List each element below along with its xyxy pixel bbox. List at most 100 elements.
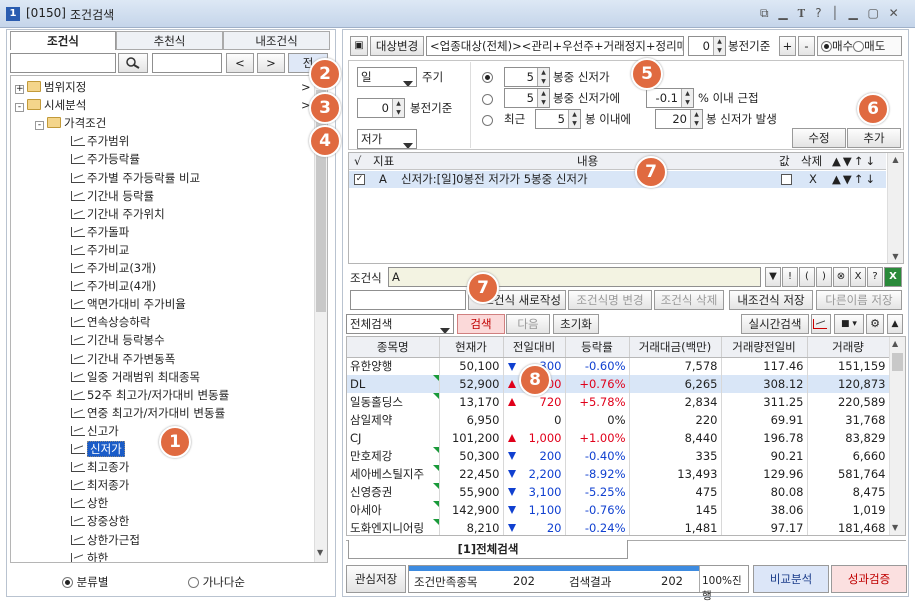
tab-conditions[interactable]: 조건식 xyxy=(10,31,116,50)
table-row[interactable]: 일동홀딩스 13,170 720 +5.78% 2,834 311.25 220,589 xyxy=(347,393,890,411)
save-as-button[interactable]: 다른이름 저장 xyxy=(816,290,902,310)
results-column-header[interactable]: 거래대금(백만) xyxy=(629,337,722,358)
target-change-button[interactable]: 대상변경 xyxy=(370,36,424,56)
chart-icon-button[interactable] xyxy=(811,314,831,334)
tree-item[interactable]: 연속상승하락 xyxy=(71,313,150,331)
cond-bong-input[interactable]: 0 ▲ ▼ xyxy=(357,98,405,118)
tree-item[interactable]: 기간내 주가변동폭 xyxy=(71,350,175,368)
filter-input[interactable] xyxy=(152,53,222,73)
tree-item[interactable]: 주가등락률 xyxy=(71,150,140,168)
radio-by-category[interactable]: 분류별 xyxy=(62,574,108,590)
results-column-header[interactable]: 등락률 xyxy=(565,337,630,358)
results-column-header[interactable]: 현재가 xyxy=(439,337,504,358)
results-column-header[interactable]: 거래량전일비 xyxy=(721,337,808,358)
tree-item[interactable]: 최고종가 xyxy=(71,458,129,476)
tree-item[interactable]: 장중상한 xyxy=(71,512,129,530)
next-button[interactable]: > xyxy=(257,53,285,73)
collapse-button[interactable]: ▲ xyxy=(887,314,903,334)
tree-item[interactable]: 하한 xyxy=(71,549,108,562)
table-row[interactable]: 세아베스틸지주 22,450 2,200 -8.92% 13,493 129.96 581,… xyxy=(347,465,890,483)
search-input[interactable] xyxy=(10,53,116,73)
next-page-button[interactable]: 다음 xyxy=(506,314,550,334)
formula-op-button[interactable]: ⊗ xyxy=(833,267,849,287)
spin-icon[interactable]: ▲ ▼ xyxy=(690,110,702,128)
sell-radio[interactable] xyxy=(853,41,865,52)
tree-item[interactable]: 신저가 xyxy=(71,440,125,458)
spin-icon[interactable]: ▲ ▼ xyxy=(568,110,580,128)
buy-radio[interactable] xyxy=(821,41,832,52)
table-row[interactable]: 만호제강 50,300 200 -0.40% 335 90.21 6,660 xyxy=(347,447,890,465)
period-select[interactable]: 일 xyxy=(357,67,417,87)
tree-item[interactable]: 연중 최고가/저가대비 변동률 xyxy=(71,404,225,422)
table-row[interactable]: DL 52,900 400 +0.76% 6,265 308.12 120,873 xyxy=(347,375,890,393)
tree-item[interactable]: - 가격조건 xyxy=(35,114,106,132)
option2-input[interactable]: 5 ▲ ▼ xyxy=(504,88,550,108)
tree-item[interactable]: - 시세분석 xyxy=(15,96,86,114)
realtime-search-button[interactable]: 실시간검색 xyxy=(741,314,809,334)
tree-item[interactable]: 주가비교(3개) xyxy=(71,259,156,277)
option1-input[interactable]: 5 ▲ ▼ xyxy=(504,67,550,87)
tree-item[interactable]: 주가범위 xyxy=(71,132,129,150)
option3-radio[interactable] xyxy=(482,113,493,127)
formula-op-button[interactable]: ( xyxy=(799,267,815,287)
tab-recommended[interactable]: 추천식 xyxy=(116,31,223,50)
collapse-icon[interactable]: - xyxy=(35,121,44,131)
tab-my-conditions[interactable]: 내조건식 xyxy=(223,31,330,50)
reset-button[interactable]: 초기화 xyxy=(553,314,599,334)
spin-icon[interactable]: ▲ ▼ xyxy=(392,99,404,117)
tree-item[interactable]: 기간내 주가위치 xyxy=(71,205,165,223)
formula-op-button[interactable]: ) xyxy=(816,267,832,287)
spin-icon[interactable]: ▲ ▼ xyxy=(681,89,693,107)
save-condition-button[interactable]: 내조건식 저장 xyxy=(729,290,813,310)
option1-radio[interactable] xyxy=(482,70,493,84)
results-scrollbar[interactable]: ▲ ▼ xyxy=(889,337,905,535)
formula-op-button[interactable]: ? xyxy=(867,267,883,287)
minus-button[interactable]: - xyxy=(798,36,815,56)
search-button[interactable] xyxy=(118,53,148,73)
plus-button[interactable]: + xyxy=(779,36,796,56)
add-button[interactable]: 추가 xyxy=(847,128,901,148)
chevron-right-icon[interactable]: > xyxy=(301,78,311,96)
condition-tree[interactable]: + 범위지정 > - 시세분석 > - 가격조건 주가범위 주가등락률 주가별 주가등락률 비교 기간… xyxy=(10,75,328,563)
row-delete-button[interactable]: X xyxy=(809,171,817,187)
expand-icon[interactable]: + xyxy=(15,85,24,94)
watch-save-button[interactable]: 관심저장 xyxy=(346,565,406,593)
results-table[interactable]: 종목명 현재가 전일대비 등락률 거래대금(백만) 거래량전일비 거래량 유한양행 50,10… xyxy=(347,337,890,535)
table-row[interactable]: 삼일제약 6,950 0 0% 220 69.91 31,768 xyxy=(347,411,890,429)
excel-button[interactable]: X xyxy=(884,267,902,287)
tree-item[interactable]: 상한가근접 xyxy=(71,531,140,549)
tree-item[interactable]: 액면가대비 주가비율 xyxy=(71,295,186,313)
window-controls[interactable]: ⧉ ▁ 𝐓 ? │ ▁ ▢ ✕ xyxy=(760,6,902,21)
table-row[interactable]: 유한양행 50,100 300 -0.60% 7,578 117.46 151,159 xyxy=(347,357,890,375)
formula-op-button[interactable]: ▼ xyxy=(765,267,781,287)
table-row[interactable]: 아세아 142,900 1,100 -0.76% 145 38.06 1,019 xyxy=(347,501,890,519)
tree-item[interactable]: 기간내 등락률 xyxy=(71,187,154,205)
price-type-select[interactable]: 저가 xyxy=(357,129,417,149)
rename-condition-button[interactable]: 조건식명 변경 xyxy=(568,290,652,310)
pin-button[interactable]: ▣ xyxy=(350,36,368,56)
option2-radio[interactable] xyxy=(482,92,493,106)
prev-button[interactable]: < xyxy=(226,53,254,73)
column-menu-button[interactable]: ■ ▾ xyxy=(834,314,864,334)
tree-item[interactable]: 상한 xyxy=(71,494,108,512)
tree-item[interactable]: + 범위지정 xyxy=(15,78,86,96)
row-checkbox[interactable]: ✓ xyxy=(354,174,365,185)
modify-button[interactable]: 수정 xyxy=(792,128,846,148)
settings-button[interactable]: ⚙ xyxy=(866,314,884,334)
row-order-buttons[interactable]: ▲▼↑↓ xyxy=(832,171,877,187)
condition-name-input[interactable] xyxy=(350,290,466,310)
tree-item[interactable]: 52주 최고가/저가대비 변동률 xyxy=(71,386,229,404)
compare-button[interactable]: 비교분석 xyxy=(753,565,829,593)
verify-button[interactable]: 성과검증 xyxy=(831,565,907,593)
table-row[interactable]: CJ 101,200 1,000 +1.00% 8,440 196.78 83,829 xyxy=(347,429,890,447)
collapse-icon[interactable]: - xyxy=(15,103,24,113)
condition-table-scrollbar[interactable]: ▲ ▼ xyxy=(887,153,903,263)
table-row[interactable]: 신영증권 55,900 3,100 -5.25% 475 80.08 8,475 xyxy=(347,483,890,501)
delete-condition-button[interactable]: 조건식 삭제 xyxy=(654,290,724,310)
option3-input[interactable]: 5 ▲ ▼ xyxy=(535,109,581,129)
scope-select[interactable]: 전체검색 xyxy=(346,314,454,334)
tree-item[interactable]: 기간내 등락봉수 xyxy=(71,331,165,349)
results-column-header[interactable]: 종목명 xyxy=(347,337,440,358)
option3-input2[interactable]: 20 ▲ ▼ xyxy=(655,109,703,129)
tree-item[interactable]: 신고가 xyxy=(71,422,119,440)
